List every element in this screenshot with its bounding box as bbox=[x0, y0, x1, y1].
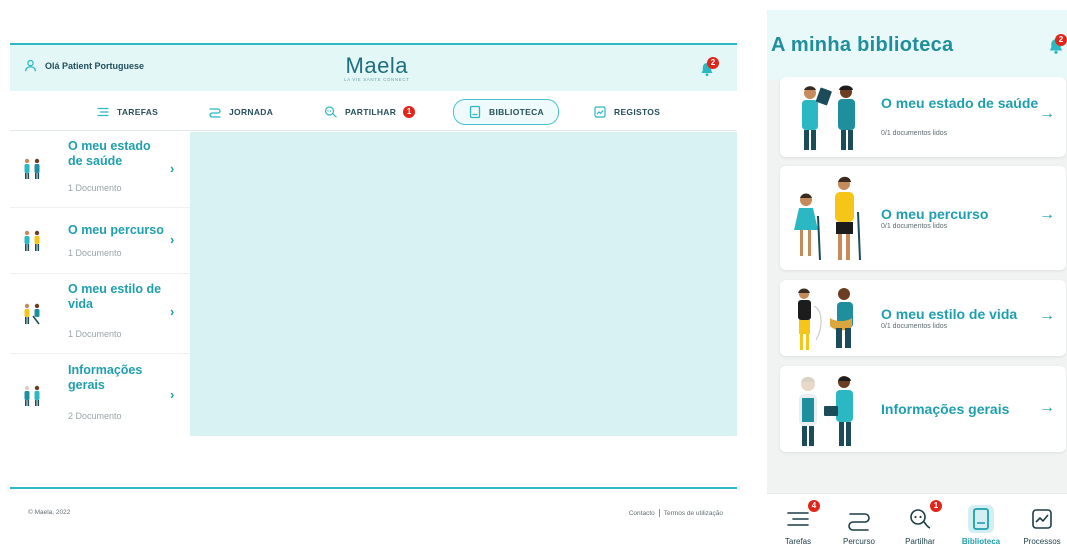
maela-logo[interactable]: Maela LA VIE SANTE CONNECT bbox=[344, 53, 410, 82]
share-chat-icon bbox=[324, 106, 337, 118]
partilhar-badge: 1 bbox=[930, 500, 942, 512]
arrow-right-icon: → bbox=[1039, 206, 1055, 223]
footer-separator bbox=[658, 509, 660, 517]
document-panel bbox=[190, 132, 737, 436]
nav-tarefas-label: TAREFAS bbox=[117, 107, 159, 117]
copyright-text: © Maela, 2022 bbox=[28, 509, 71, 516]
library-card[interactable]: O meu estado de saúde 0/1 documentos lid… bbox=[780, 77, 1066, 157]
library-item-title: O meu estado de saúde bbox=[68, 139, 151, 168]
chevron-right-icon: › bbox=[170, 304, 175, 319]
nav-registos[interactable]: REGISTOS bbox=[593, 101, 660, 123]
logo-word: Maela bbox=[345, 53, 408, 78]
bottom-tab-bar: 4 Tarefas Percurso 1 Partilhar Bibliotec… bbox=[767, 493, 1067, 549]
tab-processos-label: Processos bbox=[1023, 537, 1061, 546]
chevron-right-icon: › bbox=[170, 161, 175, 176]
tab-tarefas-label: Tarefas bbox=[784, 537, 812, 546]
book-icon bbox=[973, 508, 989, 530]
library-item[interactable]: O meu estado de saúde 1 Documento › bbox=[10, 132, 190, 208]
tab-percurso-label: Percurso bbox=[842, 537, 875, 546]
general-info-figures-icon bbox=[24, 385, 40, 406]
nav-biblioteca[interactable]: BIBLIOTECA bbox=[453, 99, 559, 125]
notifications-badge: 2 bbox=[1055, 34, 1067, 46]
library-item-count: 2 Documento bbox=[68, 411, 122, 421]
library-item[interactable]: Informações gerais 2 Documento › bbox=[10, 354, 190, 436]
chevron-right-icon: › bbox=[170, 232, 175, 247]
page-title: A minha biblioteca bbox=[771, 34, 954, 56]
journey-figures-icon bbox=[24, 230, 40, 251]
chart-icon bbox=[594, 106, 606, 118]
notifications-badge: 2 bbox=[707, 57, 719, 69]
nav-jornada-label: JORNADA bbox=[229, 107, 274, 117]
library-item-title: Informações gerais bbox=[68, 363, 143, 392]
tab-tarefas[interactable]: 4 Tarefas bbox=[770, 500, 826, 546]
tab-partilhar-label: Partilhar bbox=[905, 537, 935, 546]
nav-registos-label: REGISTOS bbox=[614, 107, 661, 117]
nav-partilhar[interactable]: PARTILHAR 1 bbox=[324, 101, 416, 123]
tab-partilhar[interactable]: 1 Partilhar bbox=[892, 500, 948, 546]
path-icon bbox=[209, 108, 221, 118]
card-title: O meu estilo de vida bbox=[881, 306, 1018, 322]
desktop-header: Olá Patient Portuguese Maela LA VIE SANT… bbox=[10, 45, 737, 91]
card-title: O meu estado de saúde bbox=[881, 95, 1039, 111]
nav-biblioteca-label: BIBLIOTECA bbox=[489, 107, 544, 117]
card-title: Informações gerais bbox=[881, 401, 1010, 417]
library-item-count: 1 Documento bbox=[68, 248, 122, 258]
contact-link[interactable]: Contacto bbox=[629, 510, 655, 517]
main-nav: TAREFAS JORNADA PARTILHAR 1 BIBLIOTECA R… bbox=[10, 91, 737, 131]
library-item-title: O meu estilo de vida bbox=[68, 282, 162, 311]
tarefas-badge: 4 bbox=[808, 500, 820, 512]
status-bar bbox=[767, 10, 1067, 24]
book-icon bbox=[469, 105, 481, 119]
lifestyle-illustration-icon bbox=[798, 288, 853, 350]
general-info-illustration-icon bbox=[799, 376, 853, 446]
tab-biblioteca[interactable]: Biblioteca bbox=[953, 500, 1009, 546]
partilhar-badge: 1 bbox=[403, 106, 416, 118]
journey-illustration-icon bbox=[794, 176, 861, 261]
tab-processos[interactable]: Processos bbox=[1014, 500, 1067, 546]
greeting-text: Olá Patient Portuguese bbox=[45, 60, 145, 71]
library-item-title: O meu percurso bbox=[68, 223, 164, 237]
tab-biblioteca-label: Biblioteca bbox=[961, 537, 1001, 546]
arrow-right-icon: → bbox=[1039, 399, 1055, 416]
notifications-button[interactable]: 2 bbox=[699, 57, 723, 79]
library-item-count: 1 Documento bbox=[68, 183, 122, 193]
nav-jornada[interactable]: JORNADA bbox=[208, 101, 273, 123]
library-item[interactable]: O meu percurso 1 Documento › bbox=[10, 208, 190, 274]
lifestyle-figures-icon bbox=[24, 303, 40, 325]
tab-percurso[interactable]: Percurso bbox=[831, 500, 887, 546]
user-greeting[interactable]: Olá Patient Portuguese bbox=[24, 59, 144, 72]
desktop-footer: © Maela, 2022 Contacto Termos de utiliza… bbox=[10, 489, 737, 528]
library-card[interactable]: Informações gerais → bbox=[780, 366, 1066, 452]
nav-partilhar-label: PARTILHAR bbox=[345, 107, 397, 117]
mobile-app: A minha biblioteca 2 O meu estado de saú… bbox=[767, 10, 1067, 549]
library-item-count: 1 Documento bbox=[68, 329, 122, 339]
card-subtitle: 0/1 documentos lidos bbox=[881, 323, 948, 330]
library-card[interactable]: O meu estilo de vida 0/1 documentos lido… bbox=[780, 280, 1066, 356]
health-figures-icon bbox=[24, 158, 40, 179]
arrow-right-icon: → bbox=[1039, 105, 1055, 122]
chevron-right-icon: › bbox=[170, 387, 175, 402]
library-content: O meu estado de saúde 1 Documento › O me… bbox=[10, 132, 737, 436]
card-title: O meu percurso bbox=[881, 206, 989, 222]
card-subtitle: 0/1 documentos lidos bbox=[881, 223, 948, 230]
terms-link[interactable]: Termos de utilização bbox=[664, 510, 723, 517]
share-chat-icon bbox=[910, 509, 931, 529]
mobile-header: A minha biblioteca 2 bbox=[767, 24, 1067, 80]
desktop-app: Olá Patient Portuguese Maela LA VIE SANT… bbox=[10, 43, 737, 528]
logo-tagline: LA VIE SANTE CONNECT bbox=[344, 77, 410, 82]
footer-links: Contacto Termos de utilização bbox=[629, 509, 723, 517]
list-icon bbox=[787, 512, 809, 526]
list-icon bbox=[97, 107, 109, 117]
library-item[interactable]: O meu estilo de vida 1 Documento › bbox=[10, 274, 190, 354]
card-subtitle: 0/1 documentos lidos bbox=[881, 130, 948, 137]
user-icon bbox=[25, 59, 36, 72]
nav-tarefas[interactable]: TAREFAS bbox=[96, 101, 158, 123]
notifications-button[interactable]: 2 bbox=[1047, 34, 1067, 57]
arrow-right-icon: → bbox=[1039, 307, 1055, 324]
chart-icon bbox=[1032, 509, 1052, 529]
path-icon bbox=[848, 513, 870, 531]
health-illustration-icon bbox=[802, 85, 855, 150]
library-card[interactable]: O meu percurso 0/1 documentos lidos → bbox=[780, 166, 1066, 270]
library-categories: O meu estado de saúde 1 Documento › O me… bbox=[10, 132, 190, 436]
